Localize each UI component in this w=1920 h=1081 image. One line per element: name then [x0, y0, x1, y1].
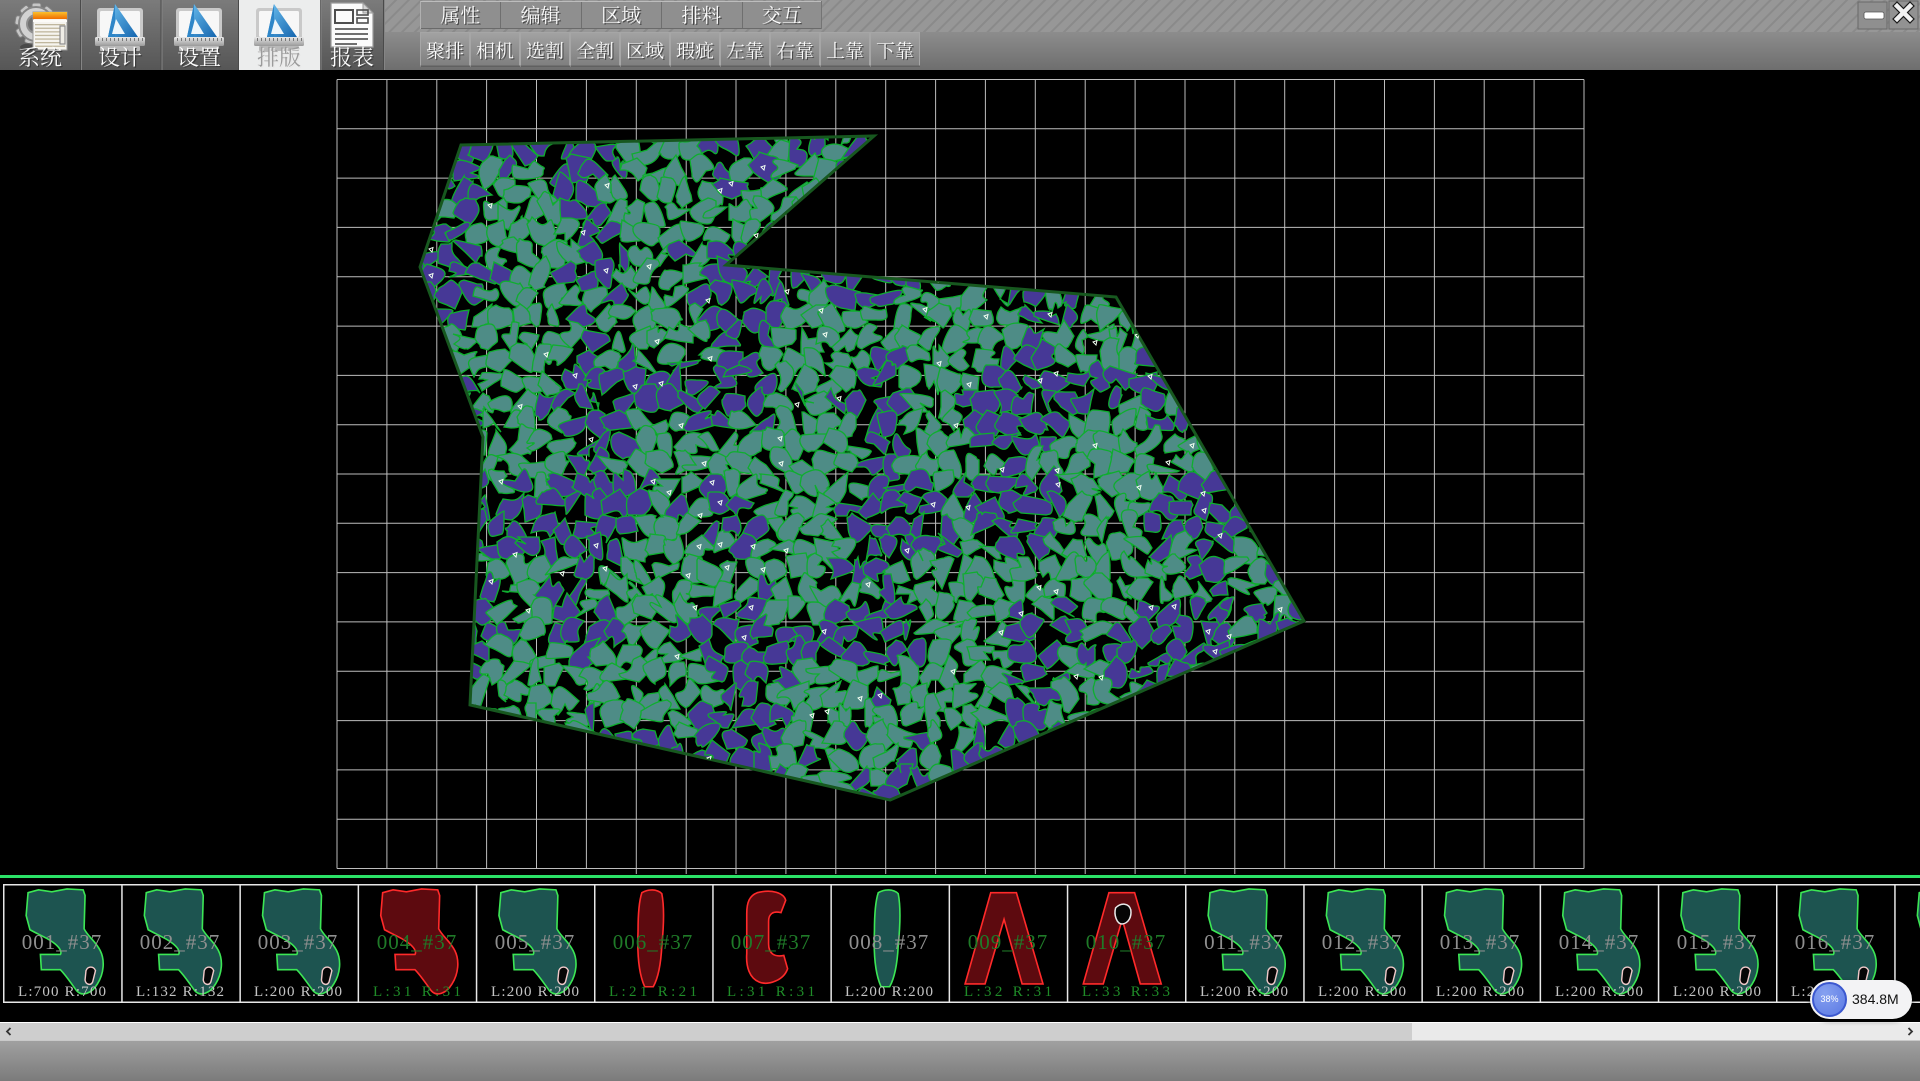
svg-text:001_#37: 001_#37 [22, 930, 103, 954]
svg-text:012_#37: 012_#37 [1322, 930, 1403, 954]
svg-text:015_#37: 015_#37 [1677, 930, 1758, 954]
svg-text:006_#37: 006_#37 [613, 930, 694, 954]
svg-text:L:200 R:200: L:200 R:200 [1200, 984, 1288, 1000]
svg-text:L:132 R:132: L:132 R:132 [136, 984, 224, 1000]
svg-text:013_#37: 013_#37 [1440, 930, 1521, 954]
svg-text:L:200 R:200: L:200 R:200 [845, 984, 933, 1000]
svg-text:004_#37: 004_#37 [377, 930, 458, 954]
svg-text:L:200 R:200: L:200 R:200 [254, 984, 342, 1000]
svg-text:L:31 R:31: L:31 R:31 [727, 984, 815, 1000]
svg-text:016_#37: 016_#37 [1795, 930, 1876, 954]
svg-text:L:200 R:200: L:200 R:200 [1436, 984, 1524, 1000]
svg-text:007_#37: 007_#37 [731, 930, 812, 954]
svg-text:L:200 R:200: L:200 R:200 [1555, 984, 1643, 1000]
svg-text:L:32 R:31: L:32 R:31 [964, 984, 1052, 1000]
svg-text:010_#37: 010_#37 [1086, 930, 1167, 954]
svg-text:L:200 R:200: L:200 R:200 [1318, 984, 1406, 1000]
svg-text:005_#37: 005_#37 [495, 930, 576, 954]
svg-text:014_#37: 014_#37 [1559, 930, 1640, 954]
svg-text:002_#37: 002_#37 [140, 930, 221, 954]
svg-text:L:200 R:200: L:200 R:200 [1673, 984, 1761, 1000]
svg-text:009_#37: 009_#37 [968, 930, 1049, 954]
svg-text:L:200 R:200: L:200 R:200 [491, 984, 579, 1000]
svg-text:L:700 R:700: L:700 R:700 [18, 984, 106, 1000]
svg-text:L:21 R:21: L:21 R:21 [609, 984, 697, 1000]
svg-text:011_#37: 011_#37 [1204, 930, 1284, 954]
svg-text:L:31 R:31: L:31 R:31 [373, 984, 461, 1000]
svg-text:L:33 R:33: L:33 R:33 [1082, 984, 1170, 1000]
svg-text:003_#37: 003_#37 [258, 930, 339, 954]
svg-text:008_#37: 008_#37 [849, 930, 930, 954]
